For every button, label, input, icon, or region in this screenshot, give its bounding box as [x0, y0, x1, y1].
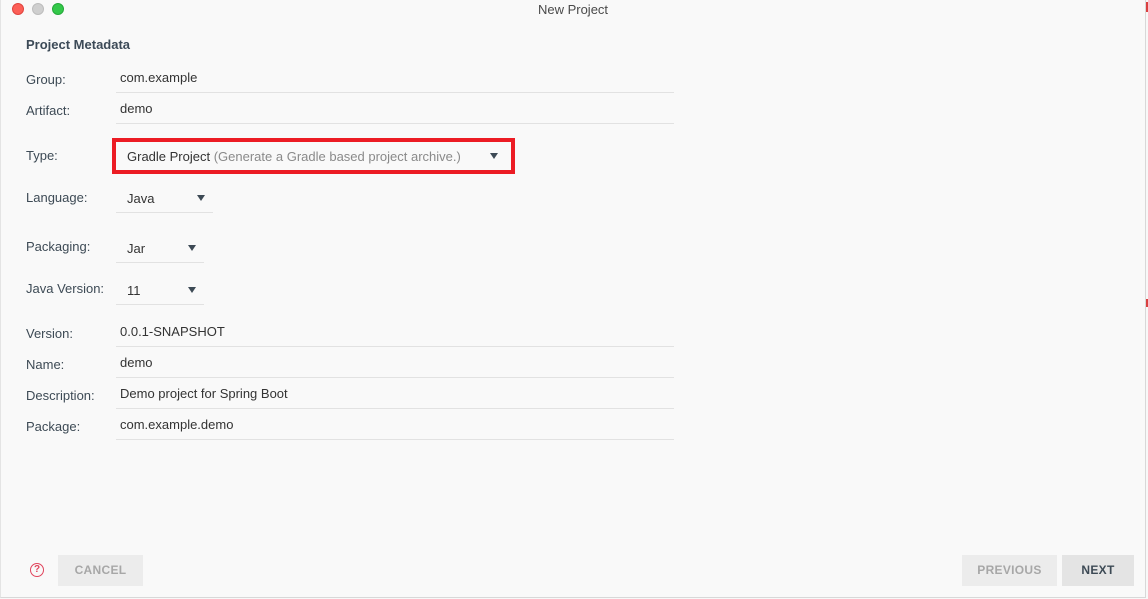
description-value: Demo project for Spring Boot [120, 386, 288, 401]
name-value: demo [120, 355, 153, 370]
group-input[interactable]: com.example [116, 63, 674, 93]
cancel-button[interactable]: CANCEL [58, 555, 143, 586]
java-version-select[interactable]: 11 [116, 275, 204, 305]
packaging-label: Packaging: [26, 239, 91, 254]
artifact-input[interactable]: demo [116, 94, 674, 124]
java-version-label: Java Version: [26, 281, 105, 296]
version-label: Version: [26, 326, 73, 341]
package-value: com.example.demo [120, 417, 234, 432]
description-label: Description: [26, 388, 95, 403]
packaging-select[interactable]: Jar [116, 233, 204, 263]
title-bar: New Project [1, 0, 1145, 20]
package-input[interactable]: com.example.demo [116, 410, 674, 440]
name-input[interactable]: demo [116, 348, 674, 378]
name-label: Name: [26, 357, 65, 372]
previous-button[interactable]: PREVIOUS [962, 555, 1057, 586]
chevron-down-icon [197, 195, 205, 201]
window-title: New Project [537, 2, 609, 17]
version-value: 0.0.1-SNAPSHOT [120, 324, 225, 339]
next-button[interactable]: NEXT [1062, 555, 1134, 586]
version-input[interactable]: 0.0.1-SNAPSHOT [116, 317, 674, 347]
artifact-label: Artifact: [26, 103, 71, 118]
new-project-dialog: New Project Project Metadata Group: com.… [0, 0, 1146, 598]
packaging-value: Jar [127, 241, 146, 256]
language-value: Java [127, 191, 155, 206]
description-input[interactable]: Demo project for Spring Boot [116, 379, 674, 409]
type-label: Type: [26, 148, 58, 163]
language-label: Language: [26, 190, 88, 205]
java-version-value: 11 [127, 283, 141, 298]
group-value: com.example [120, 70, 198, 85]
group-label: Group: [26, 72, 66, 87]
chevron-down-icon [188, 245, 196, 251]
package-label: Package: [26, 419, 81, 434]
language-select[interactable]: Java [116, 183, 213, 213]
type-highlight-box [112, 138, 515, 174]
question-circle-icon[interactable]: ? [30, 563, 44, 577]
section-title: Project Metadata [26, 37, 131, 52]
chevron-down-icon [188, 287, 196, 293]
artifact-value: demo [120, 101, 153, 116]
